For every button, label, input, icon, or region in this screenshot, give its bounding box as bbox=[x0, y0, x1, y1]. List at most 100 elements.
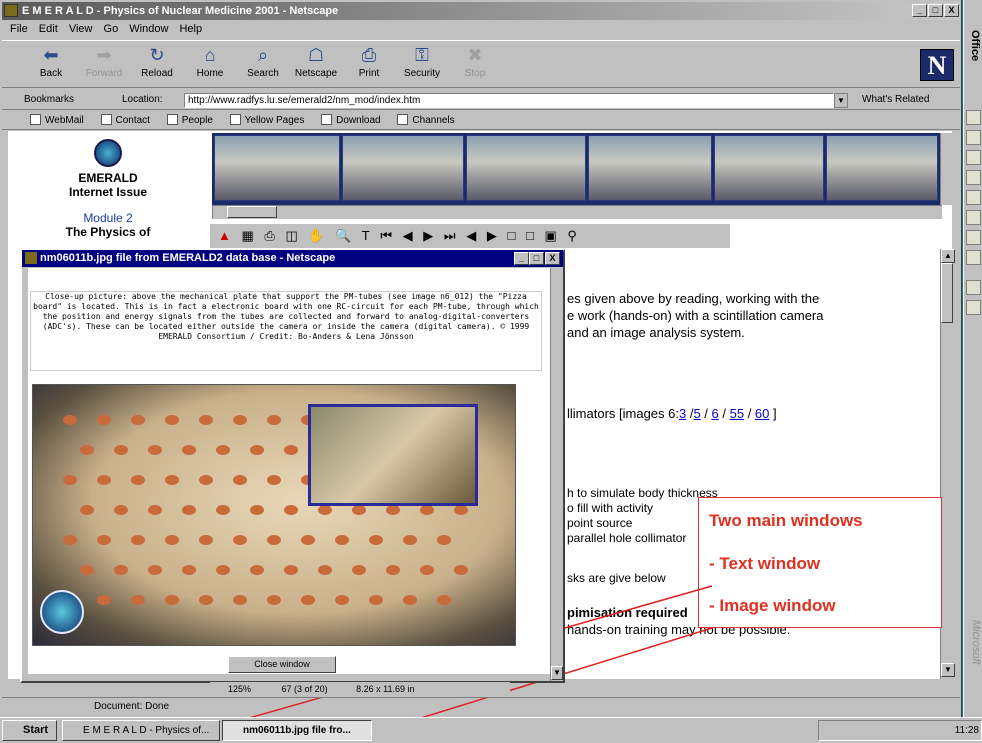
popup-title: nm06011b.jpg file from EMERALD2 data bas… bbox=[22, 250, 563, 267]
pm-tube-marker bbox=[165, 535, 179, 545]
pm-tube-marker bbox=[335, 595, 349, 605]
popup-scrollbar[interactable]: ▼ bbox=[550, 268, 563, 681]
pm-tube-marker bbox=[182, 445, 196, 455]
pm-tube-marker bbox=[80, 445, 94, 455]
pm-tube-marker bbox=[233, 595, 247, 605]
pm-tube-marker bbox=[284, 445, 298, 455]
status-bar: Document: Done bbox=[2, 697, 960, 715]
popup-maximize-button[interactable]: □ bbox=[529, 252, 544, 265]
pm-tube-marker bbox=[97, 595, 111, 605]
pm-tube-marker bbox=[369, 595, 383, 605]
pm-tube-marker bbox=[199, 415, 213, 425]
image-caption: Close-up picture: above the mechanical p… bbox=[30, 291, 542, 371]
pm-tube-marker bbox=[148, 445, 162, 455]
office-shortcut-bar: Office bbox=[963, 0, 982, 717]
pm-tube-marker bbox=[114, 565, 128, 575]
pm-tube-marker bbox=[148, 565, 162, 575]
pm-tube-marker bbox=[352, 505, 366, 515]
office-app-icon[interactable] bbox=[966, 300, 981, 315]
pm-tube-marker bbox=[80, 565, 94, 575]
pm-tube-marker bbox=[131, 535, 145, 545]
microsoft-brand: Microsoft bbox=[970, 620, 982, 665]
page-size: 8.26 x 11.69 in bbox=[356, 684, 415, 694]
pm-tube-marker bbox=[420, 505, 434, 515]
pm-tube-marker bbox=[386, 505, 400, 515]
pm-tube-marker bbox=[114, 445, 128, 455]
pm-tube-marker bbox=[335, 535, 349, 545]
pm-tube-marker bbox=[199, 595, 213, 605]
pm-tube-marker bbox=[267, 595, 281, 605]
pm-tube-marker bbox=[216, 505, 230, 515]
pm-tube-marker bbox=[454, 565, 468, 575]
pdf-status-bar: 125% 67 (3 of 20) 8.26 x 11.69 in bbox=[210, 682, 510, 697]
pm-tube-marker bbox=[165, 475, 179, 485]
pm-tube-marker bbox=[267, 415, 281, 425]
pm-tube-marker bbox=[216, 565, 230, 575]
pm-tube-marker bbox=[165, 415, 179, 425]
pm-tube-marker bbox=[97, 535, 111, 545]
start-button[interactable]: Start bbox=[2, 720, 57, 741]
pm-tube-marker bbox=[301, 535, 315, 545]
pm-tube-marker bbox=[250, 505, 264, 515]
pm-tube-marker bbox=[284, 505, 298, 515]
pm-tube-marker bbox=[420, 565, 434, 575]
pm-tube-marker bbox=[352, 565, 366, 575]
zoom-inset bbox=[308, 404, 478, 506]
pm-tube-marker bbox=[233, 535, 247, 545]
pm-tube-marker bbox=[182, 505, 196, 515]
pm-tube-marker bbox=[301, 595, 315, 605]
pm-tube-marker bbox=[267, 475, 281, 485]
office-app-icon[interactable] bbox=[966, 230, 981, 245]
office-app-icon[interactable] bbox=[966, 250, 981, 265]
pm-tube-marker bbox=[114, 505, 128, 515]
office-app-icon[interactable] bbox=[966, 190, 981, 205]
taskbar-item-image[interactable]: nm06011b.jpg file fro... bbox=[222, 720, 372, 741]
pm-tube-marker bbox=[131, 415, 145, 425]
popup-window-icon bbox=[25, 252, 37, 264]
pm-tube-marker bbox=[63, 475, 77, 485]
pm-tube-marker bbox=[437, 535, 451, 545]
close-window-button[interactable]: Close window bbox=[228, 656, 336, 673]
pm-tube-marker bbox=[233, 475, 247, 485]
pm-tube-marker bbox=[250, 445, 264, 455]
popup-close-button[interactable]: X bbox=[545, 252, 560, 265]
office-app-icon[interactable] bbox=[966, 130, 981, 145]
page-indicator[interactable]: 67 (3 of 20) bbox=[282, 684, 328, 694]
popup-scroll-down[interactable]: ▼ bbox=[551, 666, 563, 680]
pm-tube-marker bbox=[97, 415, 111, 425]
pm-tube-marker bbox=[318, 565, 332, 575]
pm-tube-marker bbox=[165, 595, 179, 605]
pm-tube-marker bbox=[403, 535, 417, 545]
office-app-icon[interactable] bbox=[966, 210, 981, 225]
office-app-icon[interactable] bbox=[966, 150, 981, 165]
pm-tube-marker bbox=[437, 595, 451, 605]
status-text: Document: Done bbox=[94, 701, 170, 712]
pm-tube-marker bbox=[250, 565, 264, 575]
office-app-icon[interactable] bbox=[966, 170, 981, 185]
pm-tube-marker bbox=[199, 535, 213, 545]
zoom-value[interactable]: 125% bbox=[228, 684, 251, 694]
pm-tube-marker bbox=[454, 505, 468, 515]
pm-tube-marker bbox=[403, 595, 417, 605]
system-tray: 11:28 bbox=[818, 720, 982, 741]
pm-tube-marker bbox=[131, 595, 145, 605]
office-app-icon[interactable] bbox=[966, 110, 981, 125]
pm-tube-marker bbox=[318, 505, 332, 515]
pm-tube-marker bbox=[199, 475, 213, 485]
pm-tube-marker bbox=[131, 475, 145, 485]
pm-tube-marker bbox=[97, 475, 111, 485]
pm-tube-marker bbox=[63, 415, 77, 425]
pm-tube-marker bbox=[63, 535, 77, 545]
pm-tube-marker bbox=[267, 535, 281, 545]
emerald-watermark-icon bbox=[40, 590, 84, 634]
office-title: Office bbox=[969, 30, 981, 62]
pm-tube-marker bbox=[148, 505, 162, 515]
pm-tube-marker bbox=[386, 565, 400, 575]
popup-minimize-button[interactable]: _ bbox=[514, 252, 529, 265]
office-app-icon[interactable] bbox=[966, 280, 981, 295]
pm-tube-marker bbox=[216, 445, 230, 455]
taskbar-item-emerald[interactable]: E M E R A L D - Physics of... bbox=[62, 720, 220, 741]
pm-tube-marker bbox=[80, 505, 94, 515]
clock: 11:28 bbox=[954, 725, 979, 736]
pm-tube-marker bbox=[369, 535, 383, 545]
